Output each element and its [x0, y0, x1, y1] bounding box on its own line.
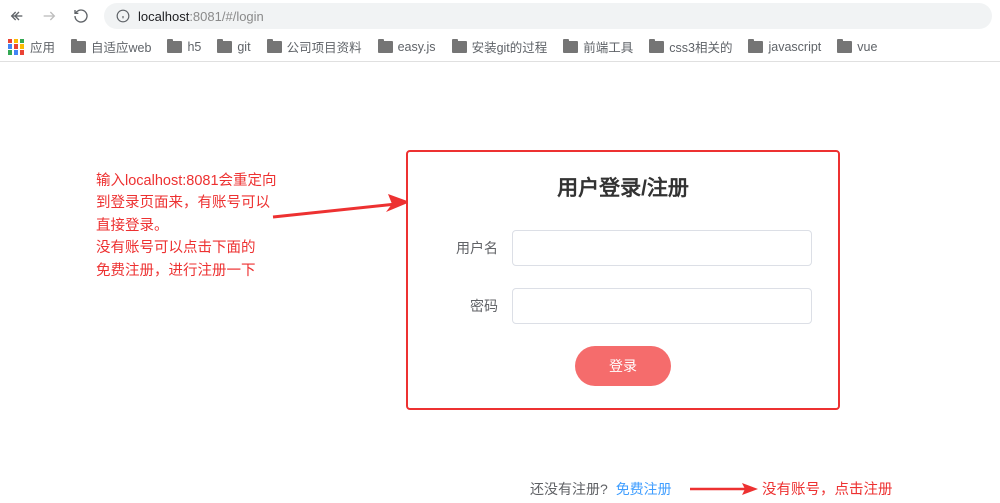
browser-toolbar: localhost:8081/#/login: [0, 0, 1000, 32]
folder-icon: [748, 41, 763, 53]
arrow-left-icon: [9, 8, 25, 24]
annotation-right: 没有账号，点击注册: [762, 478, 893, 499]
folder-icon: [563, 41, 578, 53]
reload-icon: [73, 8, 89, 24]
bookmark-folder[interactable]: javascript: [748, 40, 821, 54]
bookmark-folder[interactable]: git: [217, 40, 250, 54]
reload-button[interactable]: [72, 7, 90, 25]
annotation-arrow-icon: [688, 480, 758, 498]
apps-icon: [8, 39, 24, 55]
folder-icon: [378, 41, 393, 53]
password-row: 密码: [434, 288, 812, 324]
folder-icon: [167, 41, 182, 53]
bookmarks-bar: 应用 自适应web h5 git 公司项目资料 easy.js 安装git的过程…: [0, 32, 1000, 62]
page-content: 输入localhost:8081会重定向 到登录页面来，有账号可以 直接登录。 …: [0, 62, 1000, 503]
bookmark-folder[interactable]: vue: [837, 40, 877, 54]
register-link[interactable]: 免费注册: [616, 481, 672, 497]
back-button[interactable]: [8, 7, 26, 25]
login-form: 用户登录/注册 用户名 密码 登录: [406, 150, 840, 410]
arrow-right-icon: [41, 8, 57, 24]
bookmark-folder[interactable]: h5: [167, 40, 201, 54]
bookmark-folder[interactable]: css3相关的: [649, 37, 732, 56]
username-input[interactable]: [512, 230, 812, 266]
folder-icon: [837, 41, 852, 53]
bookmark-folder[interactable]: 自适应web: [71, 37, 151, 56]
folder-icon: [649, 41, 664, 53]
bookmark-folder[interactable]: easy.js: [378, 40, 436, 54]
apps-label: 应用: [30, 37, 55, 56]
folder-icon: [217, 41, 232, 53]
site-info-icon[interactable]: [116, 9, 130, 23]
apps-button[interactable]: 应用: [8, 37, 55, 56]
login-button[interactable]: 登录: [575, 346, 671, 386]
folder-icon: [71, 41, 86, 53]
folder-icon: [267, 41, 282, 53]
bookmark-folder[interactable]: 前端工具: [563, 37, 633, 56]
folder-icon: [452, 41, 467, 53]
bookmark-folder[interactable]: 公司项目资料: [267, 37, 362, 56]
password-input[interactable]: [512, 288, 812, 324]
url-text: localhost:8081/#/login: [138, 9, 264, 24]
password-label: 密码: [434, 296, 512, 316]
address-bar[interactable]: localhost:8081/#/login: [104, 3, 992, 29]
annotation-left: 输入localhost:8081会重定向 到登录页面来，有账号可以 直接登录。 …: [96, 170, 277, 282]
forward-button[interactable]: [40, 7, 58, 25]
username-row: 用户名: [434, 230, 812, 266]
register-prompt: 还没有注册? 免费注册: [530, 479, 672, 499]
form-title: 用户登录/注册: [434, 172, 812, 202]
annotation-arrow-icon: [270, 192, 410, 242]
bookmark-folder[interactable]: 安装git的过程: [452, 37, 548, 56]
username-label: 用户名: [434, 238, 512, 258]
